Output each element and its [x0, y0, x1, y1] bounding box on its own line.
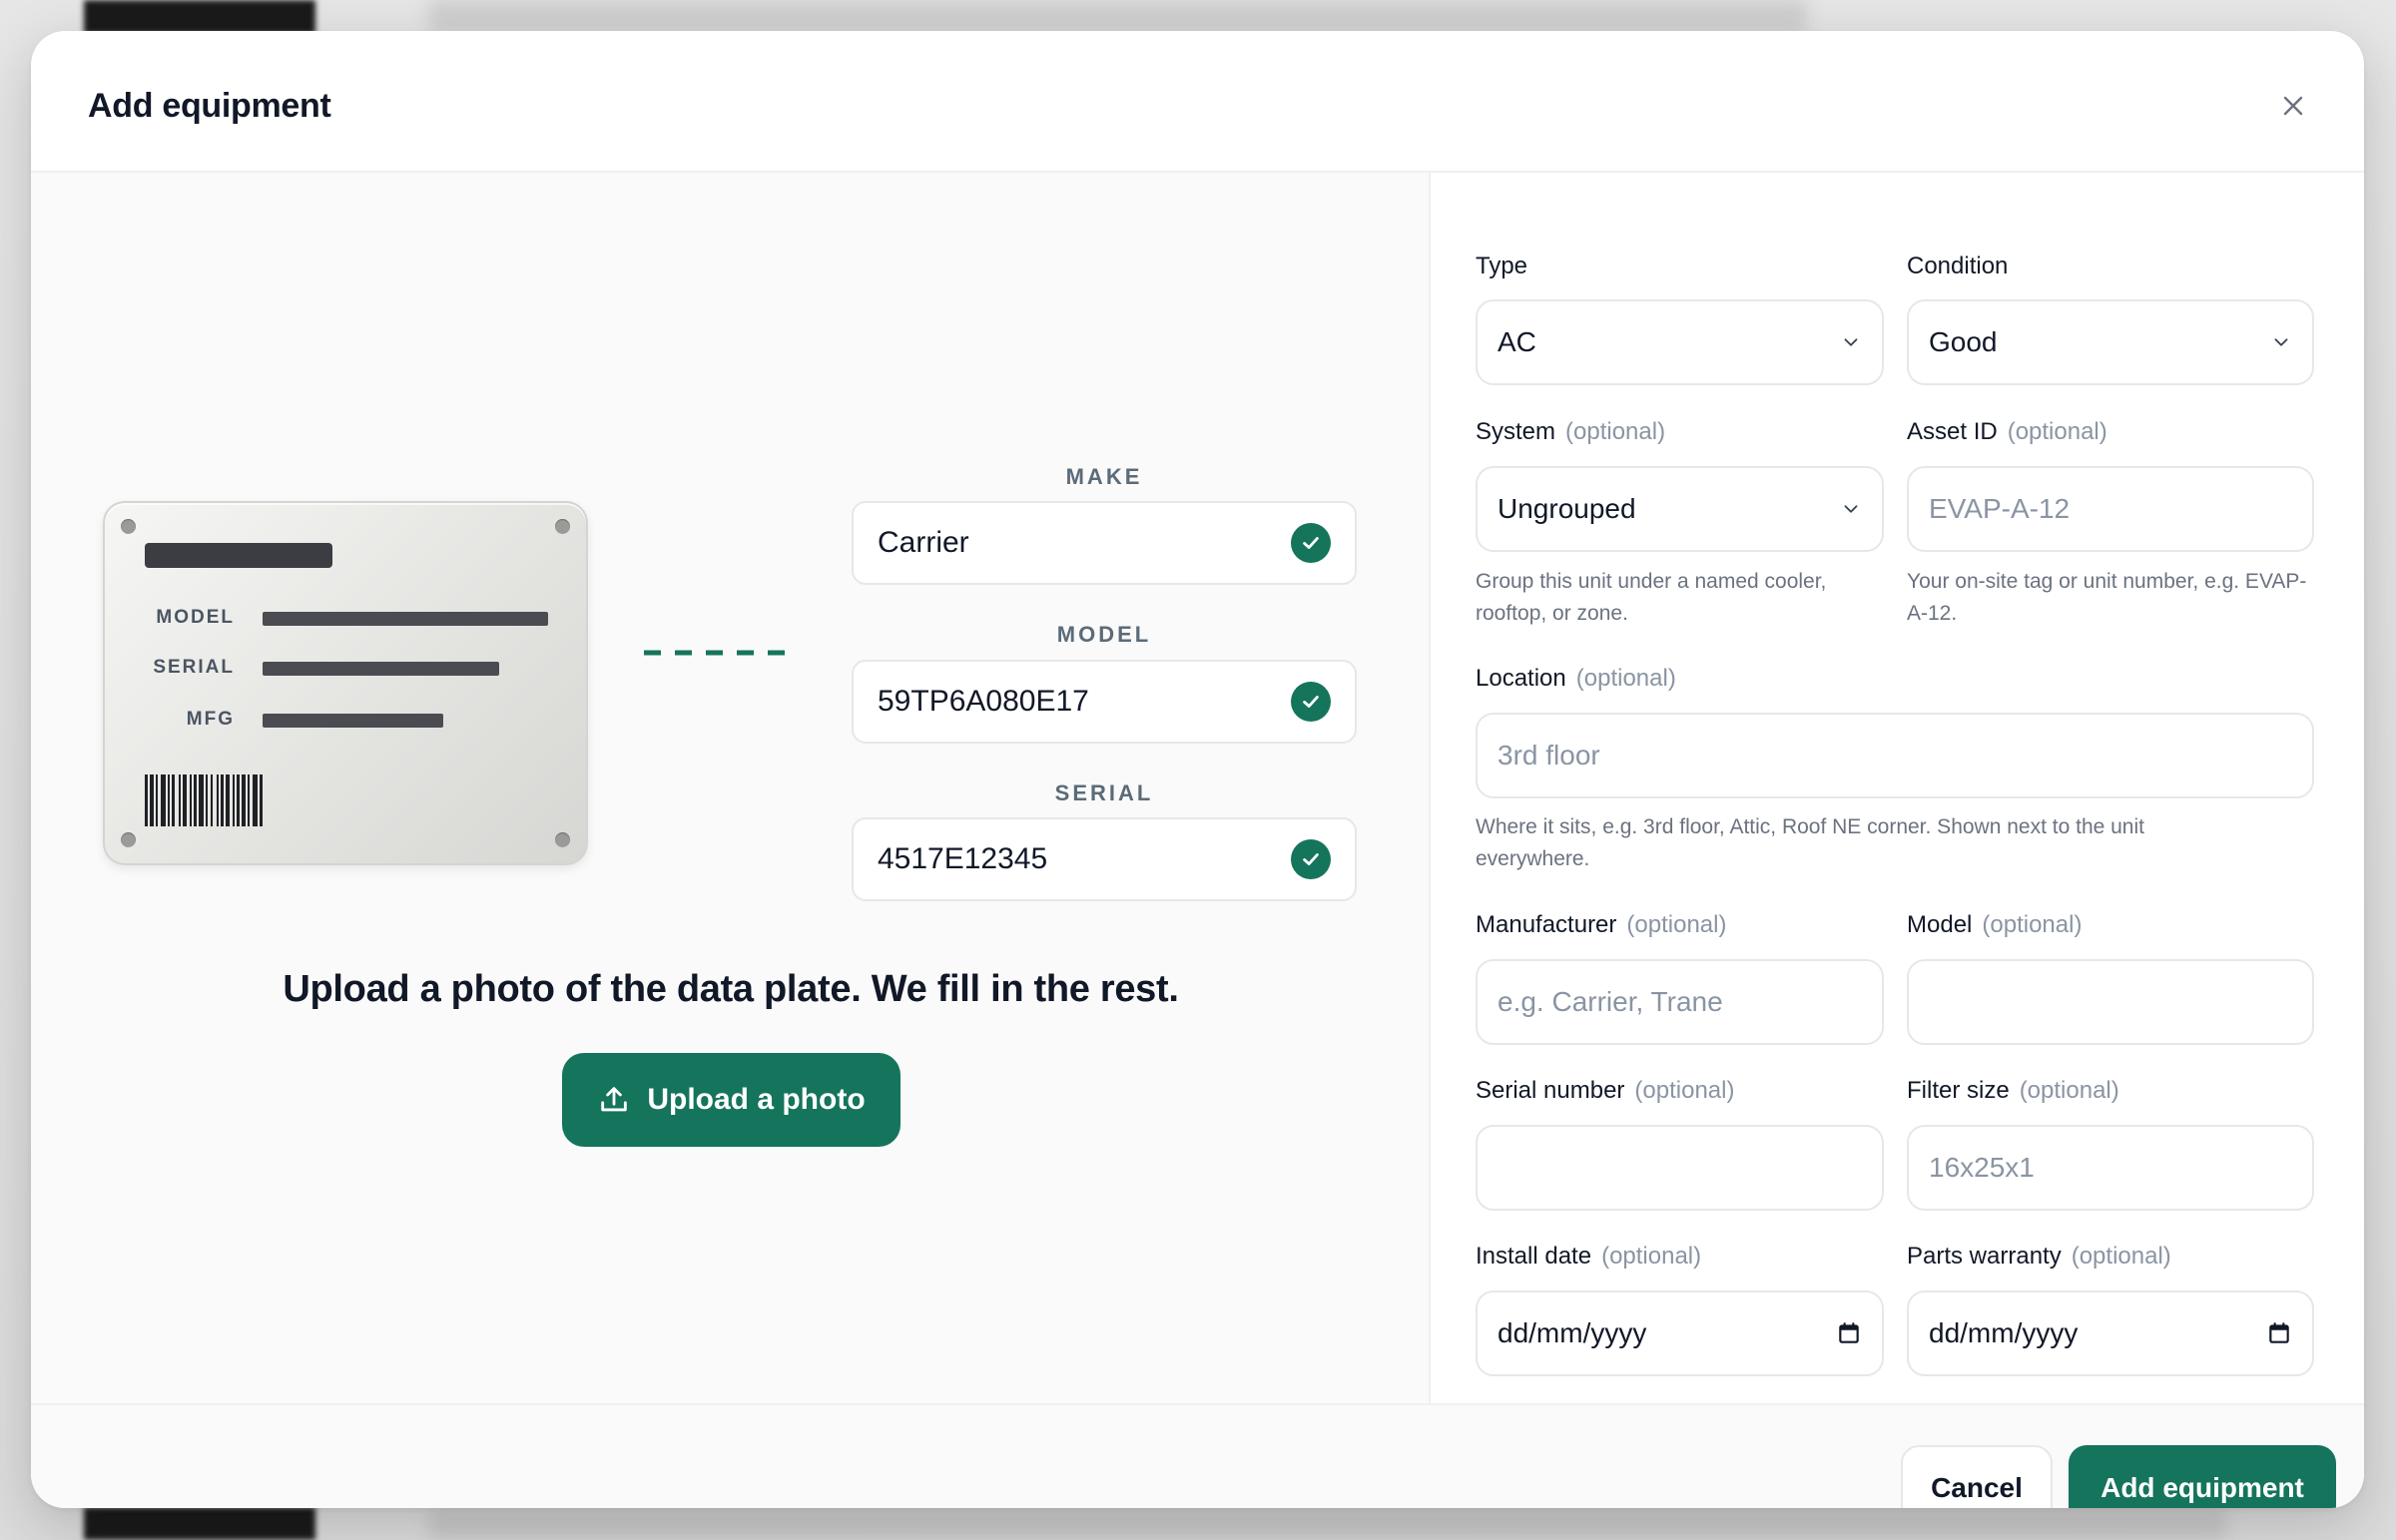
filter-size-placeholder: 16x25x1 [1929, 1152, 2035, 1183]
ocr-serial-value: 4517E12345 [878, 842, 1048, 875]
chevron-down-icon [1844, 505, 1858, 513]
install-date-label: Install date (optional) [1476, 1243, 1702, 1270]
manufacturer-input[interactable]: e.g. Carrier, Trane [1476, 959, 1884, 1045]
parts-warranty-label: Parts warranty (optional) [1907, 1243, 2171, 1270]
condition-select[interactable]: Good [1907, 299, 2314, 385]
plate-line [263, 612, 548, 626]
calendar-icon[interactable] [2266, 1320, 2292, 1346]
ocr-make-field[interactable]: Carrier [852, 501, 1357, 585]
parts-warranty-input[interactable]: dd/mm/yyyy [1907, 1290, 2314, 1376]
system-help-text: Group this unit under a named cooler, ro… [1476, 570, 1827, 625]
screw-dot [121, 519, 136, 534]
condition-select-value: Good [1929, 326, 1998, 357]
chevron-down-icon [2274, 338, 2288, 346]
check-icon [1291, 682, 1331, 722]
modal-footer: Cancel Add equipment [31, 1403, 2364, 1508]
install-date-placeholder: dd/mm/yyyy [1498, 1317, 1647, 1348]
backdrop-shape [429, 0, 1807, 34]
check-icon [1291, 523, 1331, 563]
photo-upload-pane: MODEL SERIAL MFG MAKE Carrier MODEL 59TP… [31, 173, 1431, 1403]
upload-photo-label: Upload a photo [647, 1083, 866, 1116]
serial-number-label: Serial number (optional) [1476, 1077, 1735, 1104]
check-icon [1291, 839, 1331, 879]
ocr-make-label: MAKE [1065, 464, 1143, 489]
calendar-icon[interactable] [1836, 1320, 1862, 1346]
location-help-text: Where it sits, e.g. 3rd floor, Attic, Ro… [1476, 815, 2144, 870]
system-label: System (optional) [1476, 418, 1666, 445]
upload-icon [601, 1087, 628, 1112]
screw-dot [555, 832, 570, 847]
connector-dashes [644, 650, 794, 656]
install-date-input[interactable]: dd/mm/yyyy [1476, 1290, 1884, 1376]
type-select[interactable]: AC [1476, 299, 1884, 385]
screw-dot [121, 832, 136, 847]
backdrop-shape [84, 0, 315, 34]
filter-size-input[interactable]: 16x25x1 [1907, 1125, 2314, 1211]
asset-id-label: Asset ID (optional) [1907, 418, 2107, 445]
barcode-graphic [145, 774, 263, 826]
modal-title: Add equipment [88, 87, 331, 125]
plate-label-serial: SERIAL [153, 657, 235, 678]
upload-photo-button[interactable]: Upload a photo [562, 1053, 900, 1147]
manufacturer-placeholder: e.g. Carrier, Trane [1498, 986, 1723, 1017]
model-input[interactable] [1907, 959, 2314, 1045]
system-select-value: Ungrouped [1498, 493, 1636, 524]
plate-line [263, 714, 443, 728]
backdrop-shape [429, 1509, 2226, 1540]
modal-header: Add equipment [31, 31, 2364, 173]
parts-warranty-placeholder: dd/mm/yyyy [1929, 1317, 2079, 1348]
manufacturer-label: Manufacturer (optional) [1476, 911, 1727, 938]
asset-id-help-text: Your on-site tag or unit number, e.g. EV… [1907, 570, 2307, 625]
asset-id-placeholder: EVAP-A-12 [1929, 493, 2071, 524]
ocr-model-label: MODEL [1056, 622, 1152, 647]
screw-dot [555, 519, 570, 534]
add-equipment-modal: Add equipment MODEL SERIAL MFG MAKE Carr… [31, 31, 2364, 1508]
equipment-form: Type AC Condition Good System (optional) … [1431, 173, 2364, 1403]
plate-label-model: MODEL [156, 607, 235, 628]
ocr-model-value: 59TP6A080E17 [878, 685, 1089, 718]
type-select-value: AC [1498, 326, 1536, 357]
ocr-make-value: Carrier [878, 526, 969, 559]
location-label: Location (optional) [1476, 665, 1676, 692]
plate-line [263, 662, 499, 676]
plate-label-mfg: MFG [186, 709, 235, 730]
chevron-down-icon [1844, 338, 1858, 346]
close-icon [2283, 96, 2303, 116]
barcode-bar [260, 774, 263, 826]
condition-label: Condition [1907, 253, 2009, 279]
ocr-serial-label: SERIAL [1054, 780, 1154, 805]
upload-tagline: Upload a photo of the data plate. We fil… [283, 968, 1179, 1010]
plate-header-bar [145, 543, 332, 568]
serial-number-input[interactable] [1476, 1125, 1884, 1211]
type-label: Type [1476, 253, 1528, 279]
asset-id-input[interactable]: EVAP-A-12 [1907, 466, 2314, 552]
close-button[interactable] [2274, 87, 2312, 125]
ocr-model-field[interactable]: 59TP6A080E17 [852, 660, 1357, 744]
cancel-button[interactable]: Cancel [1901, 1445, 2053, 1508]
location-input[interactable]: 3rd floor [1476, 713, 2314, 798]
ocr-serial-field[interactable]: 4517E12345 [852, 817, 1357, 901]
location-placeholder: 3rd floor [1498, 740, 1600, 770]
filter-size-label: Filter size (optional) [1907, 1077, 2119, 1104]
model-label: Model (optional) [1907, 911, 2083, 938]
backdrop-shape [84, 1507, 315, 1540]
add-equipment-button[interactable]: Add equipment [2069, 1445, 2336, 1508]
system-select[interactable]: Ungrouped [1476, 466, 1884, 552]
data-plate-illustration: MODEL SERIAL MFG [103, 501, 588, 865]
